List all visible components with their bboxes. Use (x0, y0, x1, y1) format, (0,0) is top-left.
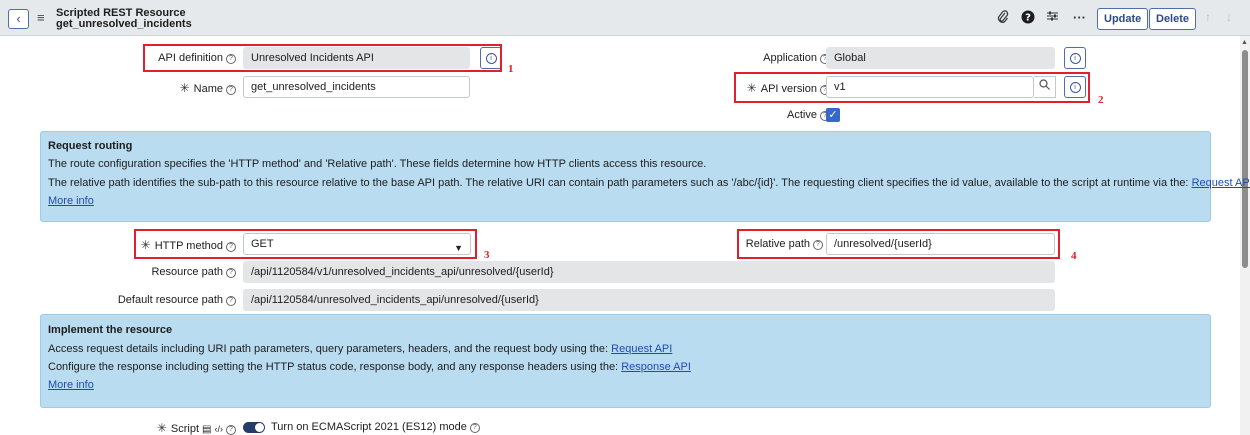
help-circle-icon[interactable]: ? (469, 423, 480, 433)
script-label: ✳ Script ▤ ‹/›? (157, 421, 236, 435)
toggle-knob (255, 423, 264, 432)
es12-mode-toggle[interactable] (243, 422, 265, 433)
scroll-up-icon[interactable]: ▲ (1241, 39, 1248, 46)
help-circle-icon[interactable]: ? (226, 296, 236, 306)
default-resource-path-label: Default resource path? (118, 294, 236, 306)
info-icon: i (1069, 52, 1081, 64)
panel-more-info: More info (48, 379, 1203, 391)
more-icon[interactable]: ··· (1073, 10, 1086, 25)
annotation-box-4 (737, 229, 1060, 259)
application-field[interactable]: Global (826, 47, 1055, 69)
request-api-link[interactable]: Request API (1192, 177, 1250, 189)
annotation-box-2 (734, 72, 1090, 103)
chevron-left-icon: ‹ (16, 11, 21, 26)
name-label: ✳ Name? (180, 81, 236, 95)
arrow-down-icon[interactable]: ↓ (1226, 10, 1232, 24)
paperclip-icon[interactable] (997, 10, 1009, 27)
annotation-tag-3: 3 (484, 249, 490, 261)
active-checkbox[interactable]: ✓ (826, 108, 840, 122)
panel-text: Configure the response including setting… (48, 361, 691, 373)
help-circle-icon[interactable]: ? (226, 425, 236, 435)
panel-text: Access request details including URI pat… (48, 343, 673, 355)
required-asterisk-icon: ✳ (179, 81, 190, 95)
request-api-link[interactable]: Request API (611, 343, 672, 355)
scrollbar-thumb[interactable] (1242, 50, 1248, 268)
arrow-up-icon[interactable]: ↑ (1205, 10, 1211, 24)
update-button[interactable]: Update (1097, 8, 1149, 30)
more-info-link[interactable]: More info (48, 195, 94, 207)
annotation-box-1 (143, 44, 502, 72)
implement-resource-panel: Implement the resource Access request de… (40, 314, 1211, 408)
response-api-link[interactable]: Response API (621, 361, 691, 373)
form-header: ‹ ≡ Scripted REST Resource get_unresolve… (0, 0, 1250, 36)
panel-more-info: More info (48, 195, 1203, 207)
hamburger-icon[interactable]: ≡ (37, 10, 45, 25)
panel-text: The route configuration specifies the 'H… (48, 158, 707, 170)
annotation-tag-4: 4 (1071, 250, 1077, 262)
delete-button[interactable]: Delete (1149, 8, 1197, 30)
name-input[interactable]: get_unresolved_incidents (243, 76, 470, 98)
annotation-box-3 (134, 229, 477, 259)
panel-text: The relative path identifies the sub-pat… (48, 177, 1250, 189)
scrollbar[interactable]: ▲ (1240, 36, 1250, 435)
svg-text:?: ? (1025, 13, 1031, 24)
resource-path-label: Resource path? (151, 266, 236, 278)
help-icon[interactable]: ? (1021, 10, 1035, 27)
help-circle-icon[interactable]: ? (226, 268, 236, 278)
active-label: Active? (787, 109, 830, 121)
more-info-link[interactable]: More info (48, 379, 94, 391)
application-label: Application? (763, 52, 830, 64)
panel-title: Implement the resource (48, 324, 173, 336)
save-icon[interactable]: ▤ (202, 424, 211, 435)
help-circle-icon[interactable]: ? (226, 85, 236, 95)
required-asterisk-icon: ✳ (156, 421, 167, 435)
es12-mode-label: Turn on ECMAScript 2021 (ES12) mode? (271, 421, 480, 433)
default-resource-path-field[interactable]: /api/1120584/unresolved_incidents_api/un… (243, 289, 1055, 311)
record-name-title: get_unresolved_incidents (56, 18, 192, 30)
back-button[interactable]: ‹ (8, 9, 29, 29)
request-routing-panel: Request routing The route configuration … (40, 131, 1250, 222)
settings-sliders-icon[interactable] (1046, 10, 1059, 25)
panel-title: Request routing (48, 140, 133, 152)
annotation-tag-2: 2 (1098, 94, 1104, 106)
application-info-button[interactable]: i (1064, 47, 1086, 69)
code-icon[interactable]: ‹/› (215, 424, 224, 434)
annotation-tag-1: 1 (508, 63, 514, 75)
resource-path-field[interactable]: /api/1120584/v1/unresolved_incidents_api… (243, 261, 1055, 283)
